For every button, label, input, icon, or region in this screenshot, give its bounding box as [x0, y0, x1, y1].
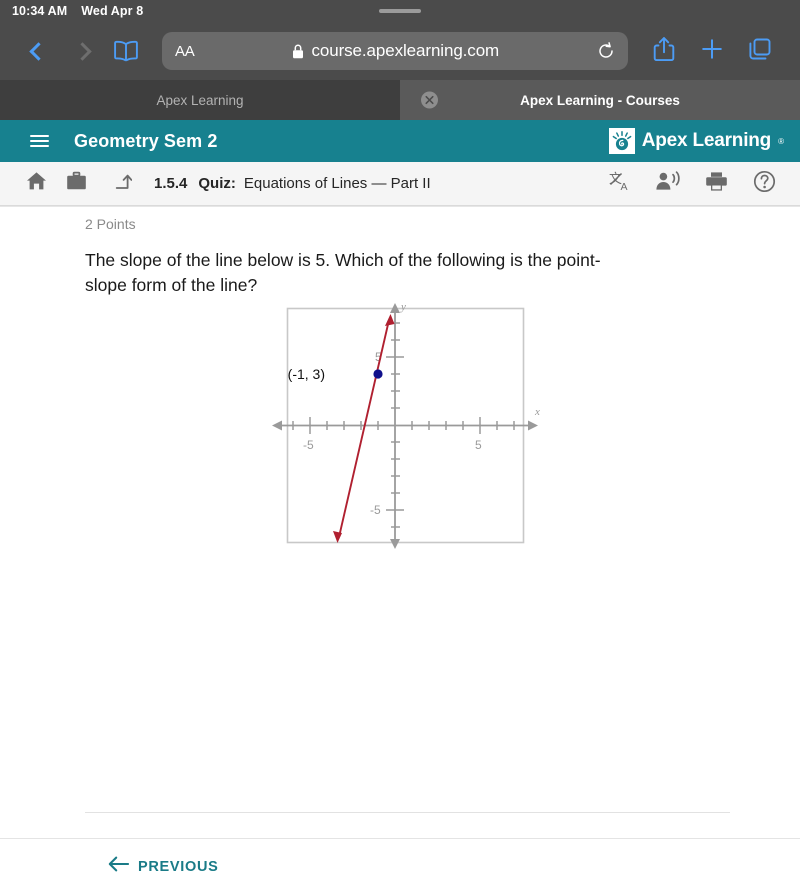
question-text: The slope of the line below is 5. Which …: [85, 250, 601, 295]
status-time: 10:34 AM: [12, 4, 68, 18]
svg-text:A: A: [620, 181, 627, 192]
bookmarks-button[interactable]: [104, 31, 148, 71]
tab-bar: Apex Learning Apex Learning - Courses: [0, 80, 800, 120]
coordinate-plane-graph: x -5 5 y 5 -5 (-1, 3): [272, 302, 540, 549]
book-icon: [113, 40, 139, 62]
read-aloud-button[interactable]: [648, 167, 688, 201]
translate-icon: 文 A: [609, 170, 632, 197]
tabs-icon: [747, 36, 773, 67]
browser-tab-2[interactable]: Apex Learning - Courses: [400, 80, 800, 120]
apex-sunburst-icon: [608, 128, 635, 154]
screen: 10:34 AM Wed Apr 8 AA course.apexlearnin…: [0, 0, 800, 894]
tab-close-button[interactable]: [421, 91, 438, 109]
points-label: 2 Points: [85, 216, 136, 232]
text-size-button[interactable]: AA: [175, 43, 195, 60]
activity-tools: 文 A: [600, 167, 784, 201]
show-tabs-button[interactable]: [736, 31, 784, 71]
window-grabber[interactable]: [379, 9, 421, 13]
address-bar[interactable]: AA course.apexlearning.com: [162, 32, 628, 70]
content-divider: [85, 812, 730, 813]
option-equation-a: y - 3 = -5(x + 1): [182, 829, 344, 834]
status-bar: 10:34 AM Wed Apr 8: [0, 0, 800, 22]
browser-tab-1-title: Apex Learning: [156, 92, 244, 108]
activity-number: 1.5.4: [154, 175, 188, 192]
activity-toolbar: 1.5.4 Quiz: Equations of Lines — Part II…: [0, 162, 800, 206]
apex-learning-wordmark: Apex Learning: [641, 130, 772, 151]
plus-icon: [700, 37, 724, 66]
new-tab-button[interactable]: [688, 31, 736, 71]
activity-kind: Quiz:: [198, 175, 236, 192]
url-display: course.apexlearning.com: [195, 41, 597, 61]
print-icon: [705, 171, 728, 197]
home-icon: [26, 171, 47, 196]
browser-toolbar: AA course.apexlearning.com: [0, 22, 800, 80]
question-content: 2 Points The slope of the line below is …: [0, 206, 800, 834]
read-aloud-icon: [655, 170, 681, 197]
course-materials-button[interactable]: [56, 167, 96, 201]
share-icon: [653, 36, 675, 67]
activity-name: Equations of Lines — Part II: [243, 175, 431, 192]
course-title: Geometry Sem 2: [74, 130, 218, 151]
status-date: Wed Apr 8: [81, 4, 144, 18]
reload-button[interactable]: [597, 42, 615, 60]
back-button[interactable]: [16, 31, 60, 71]
activity-footer: PREVIOUS: [0, 838, 800, 894]
apex-learning-logo[interactable]: Apex Learning ®: [608, 128, 784, 154]
chevron-right-icon: [72, 41, 92, 61]
y-axis-label: y: [400, 303, 406, 313]
forward-button[interactable]: [60, 31, 104, 71]
home-button[interactable]: [16, 167, 56, 201]
hamburger-menu-icon[interactable]: [30, 128, 56, 154]
help-icon: [753, 170, 776, 198]
lock-icon: [292, 44, 304, 59]
point-label: (-1, 3): [288, 366, 325, 382]
browser-tab-1[interactable]: Apex Learning: [0, 80, 400, 120]
url-text: course.apexlearning.com: [311, 41, 500, 60]
x-axis-label: x: [534, 406, 540, 418]
arrow-left-icon: [108, 856, 130, 877]
chevron-left-icon: [28, 41, 48, 61]
print-button[interactable]: [696, 167, 736, 201]
share-button[interactable]: [640, 31, 688, 71]
translate-button[interactable]: 文 A: [600, 167, 640, 201]
help-button[interactable]: [744, 167, 784, 201]
go-up-level-button[interactable]: [102, 167, 142, 201]
previous-button[interactable]: PREVIOUS: [108, 856, 219, 877]
up-level-icon: [112, 171, 133, 196]
x-tick-label-5: 5: [475, 438, 482, 452]
browser-tab-2-title: Apex Learning - Courses: [520, 92, 680, 108]
graph-figure: x -5 5 y 5 -5 (-1, 3): [0, 298, 800, 553]
briefcase-icon: [66, 171, 87, 196]
registered-mark: ®: [778, 136, 784, 146]
previous-label: PREVIOUS: [138, 858, 219, 875]
app-header: Geometry Sem 2 Apex Learning ®: [0, 120, 800, 162]
x-tick-label-neg5: -5: [303, 438, 314, 452]
y-tick-label-neg5: -5: [370, 503, 381, 517]
